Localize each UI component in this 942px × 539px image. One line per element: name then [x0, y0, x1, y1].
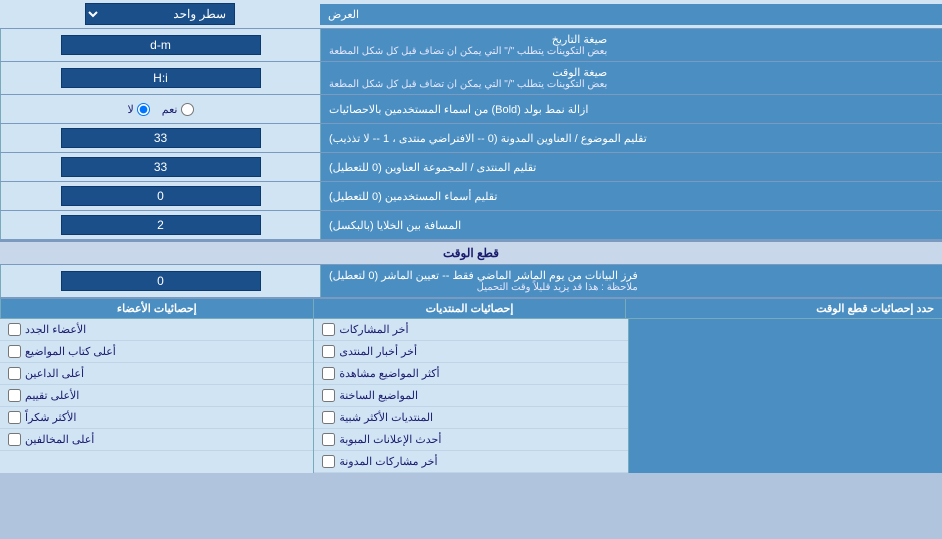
time-format-input[interactable] [61, 68, 261, 88]
cb-posts-1-check[interactable] [322, 323, 335, 336]
cb-members-1: الأعضاء الجدد [0, 319, 313, 341]
cb-members-5: الأكثر شكراً [0, 407, 313, 429]
bold-label: ازالة نمط بولد (Bold) من اسماء المستخدمي… [320, 95, 942, 123]
cb-posts-5-check[interactable] [322, 411, 335, 424]
display-label: العرض [320, 4, 942, 25]
cb-posts-6: أحدث الإعلانات المبوبة [314, 429, 627, 451]
date-format-input-cell [0, 29, 320, 61]
cb-members-3: أعلى الداعين [0, 363, 313, 385]
bold-row: ازالة نمط بولد (Bold) من اسماء المستخدمي… [0, 95, 942, 124]
cb-posts-3: أكثر المواضيع مشاهدة [314, 363, 627, 385]
trim-users-label: تقليم أسماء المستخدمين (0 للتعطيل) [320, 182, 942, 210]
trim-users-row: تقليم أسماء المستخدمين (0 للتعطيل) [0, 182, 942, 211]
bold-radio-cell: نعم لا [0, 95, 320, 123]
time-format-input-cell [0, 62, 320, 94]
cb-posts-3-check[interactable] [322, 367, 335, 380]
trim-subject-input-cell [0, 124, 320, 152]
cb-posts-7-check[interactable] [322, 455, 335, 468]
display-select-cell: سطر واحد سطرين ثلاثة أسطر [0, 0, 320, 28]
cb-posts-7: أخر مشاركات المدونة [314, 451, 627, 473]
trim-users-input-cell [0, 182, 320, 210]
cb-posts-4: المواضيع الساخنة [314, 385, 627, 407]
cell-spacing-input[interactable] [61, 215, 261, 235]
radio-yes[interactable] [181, 103, 194, 116]
cuttime-input[interactable] [61, 271, 261, 291]
posts-stats-header: إحصائيات المنتديات [313, 299, 626, 318]
cb-members-6-check[interactable] [8, 433, 21, 446]
trim-forum-input-cell [0, 153, 320, 181]
cb-posts-2: أخر أخبار المنتدى [314, 341, 627, 363]
cb-posts-4-check[interactable] [322, 389, 335, 402]
radio-no-label[interactable]: لا [128, 103, 150, 116]
checkbox-header-row: حدد إحصائيات قطع الوقت إحصائيات المنتديا… [0, 299, 942, 319]
cb-members-4: الأعلى تقييم [0, 385, 313, 407]
time-format-label: صيغة الوقت بعض التكوينات يتطلب "/" التي … [320, 62, 942, 94]
cb-members-3-check[interactable] [8, 367, 21, 380]
members-stats-col: الأعضاء الجدد أعلى كتاب المواضيع أعلى ال… [0, 319, 313, 473]
cb-members-6: أعلى المخالفين [0, 429, 313, 451]
display-select[interactable]: سطر واحد سطرين ثلاثة أسطر [85, 3, 235, 25]
cuttime-section-header: قطع الوقت [0, 240, 942, 265]
cuttime-input-cell [0, 265, 320, 297]
cell-spacing-row: المسافة بين الخلايا (بالبكسل) [0, 211, 942, 240]
cb-posts-2-check[interactable] [322, 345, 335, 358]
date-format-label: صيغة التاريخ بعض التكوينات يتطلب "/" الت… [320, 29, 942, 61]
trim-forum-input[interactable] [61, 157, 261, 177]
cell-spacing-input-cell [0, 211, 320, 239]
cb-members-4-check[interactable] [8, 389, 21, 402]
cb-posts-5: المنتديات الأكثر شبية [314, 407, 627, 429]
cb-members-5-check[interactable] [8, 411, 21, 424]
cb-members-1-check[interactable] [8, 323, 21, 336]
checkbox-spacer-col [628, 319, 942, 473]
checkbox-section: حدد إحصائيات قطع الوقت إحصائيات المنتديا… [0, 298, 942, 473]
display-row: العرض سطر واحد سطرين ثلاثة أسطر [0, 0, 942, 29]
cb-posts-6-check[interactable] [322, 433, 335, 446]
trim-subject-input[interactable] [61, 128, 261, 148]
cuttime-row: فرز البيانات من يوم الماشر الماضي فقط --… [0, 265, 942, 298]
time-format-row: صيغة الوقت بعض التكوينات يتطلب "/" التي … [0, 62, 942, 95]
cb-posts-1: أخر المشاركات [314, 319, 627, 341]
trim-forum-label: تقليم المنتدى / المجموعة العناوين (0 للت… [320, 153, 942, 181]
trim-subject-label: تقليم الموضوع / العناوين المدونة (0 -- ا… [320, 124, 942, 152]
cb-members-2-check[interactable] [8, 345, 21, 358]
date-format-input[interactable] [61, 35, 261, 55]
cuttime-label: فرز البيانات من يوم الماشر الماضي فقط --… [320, 265, 942, 297]
radio-no[interactable] [137, 103, 150, 116]
trim-users-input[interactable] [61, 186, 261, 206]
members-stats-header: إحصائيات الأعضاء [0, 299, 313, 318]
checkbox-body: أخر المشاركات أخر أخبار المنتدى أكثر الم… [0, 319, 942, 473]
date-format-row: صيغة التاريخ بعض التكوينات يتطلب "/" الت… [0, 29, 942, 62]
trim-forum-row: تقليم المنتدى / المجموعة العناوين (0 للت… [0, 153, 942, 182]
cell-spacing-label: المسافة بين الخلايا (بالبكسل) [320, 211, 942, 239]
trim-subject-row: تقليم الموضوع / العناوين المدونة (0 -- ا… [0, 124, 942, 153]
posts-stats-col: أخر المشاركات أخر أخبار المنتدى أكثر الم… [313, 319, 627, 473]
radio-yes-label[interactable]: نعم [162, 103, 194, 116]
cb-members-2: أعلى كتاب المواضيع [0, 341, 313, 363]
limit-stats-header: حدد إحصائيات قطع الوقت [625, 299, 942, 318]
